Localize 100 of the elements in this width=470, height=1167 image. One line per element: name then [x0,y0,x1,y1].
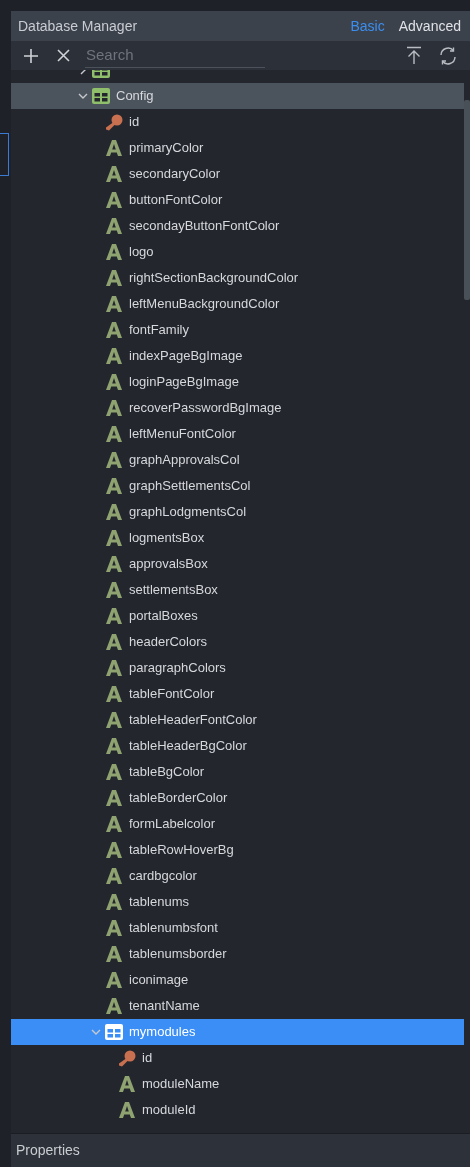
field-row[interactable]: moduleName [11,1071,464,1097]
field-name: secondayButtonFontColor [129,217,280,236]
field-row[interactable]: iconimage [11,967,464,993]
field-row[interactable]: moduleId [11,1097,464,1123]
chevron-down-icon[interactable] [78,91,88,101]
field-name: iconimage [129,971,189,990]
field-row[interactable]: buttonFontColor [11,187,464,213]
arrow-to-top-icon [406,46,422,65]
field-name: recoverPasswordBgImage [129,399,282,418]
field-row[interactable]: graphLodgmentsCol [11,499,464,525]
field-row[interactable]: indexPageBgImage [11,343,464,369]
letter-a-icon [119,1076,135,1092]
field-name: buttonFontColor [129,191,223,210]
properties-title: Properties [16,1141,80,1160]
field-row[interactable]: cardbgcolor [11,863,464,889]
letter-a-icon [106,348,122,364]
mode-tab[interactable]: Advanced [398,15,461,37]
letter-a-icon [106,296,122,312]
field-row[interactable]: tableHeaderFontColor [11,707,464,733]
field-row[interactable]: primaryColor [11,135,464,161]
field-name: settlementsBox [129,581,218,600]
field-row[interactable]: secondayButtonFontColor [11,213,464,239]
field-row[interactable]: headerColors [11,629,464,655]
field-row[interactable]: portalBoxes [11,603,464,629]
letter-a-icon [106,504,122,520]
field-name: approvalsBox [129,555,208,574]
letter-a-icon [106,582,122,598]
scroll-to-top-button[interactable] [405,45,423,66]
field-row[interactable]: rightSectionBackgroundColor [11,265,464,291]
key-icon [118,1049,136,1067]
field-row[interactable]: logo [11,239,464,265]
field-row[interactable]: fontFamily [11,317,464,343]
field-name: cardbgcolor [129,867,197,886]
field-name: leftMenuBackgroundColor [129,295,280,314]
table-grid-icon [92,88,110,104]
search-field[interactable]: Search [85,43,265,68]
letter-a-icon [106,686,122,702]
field-row[interactable]: tableBorderColor [11,785,464,811]
field-row[interactable]: recoverPasswordBgImage [11,395,464,421]
field-name: tenantName [129,997,200,1016]
table-name: Config [116,87,154,106]
letter-a-icon [106,322,122,338]
letter-a-icon [106,374,122,390]
letter-a-icon [106,998,122,1014]
letter-a-icon [106,400,122,416]
field-row[interactable]: graphSettlementsCol [11,473,464,499]
field-row[interactable]: tableRowHoverBg [11,837,464,863]
field-name: tableFontColor [129,685,215,704]
letter-a-icon [106,764,122,780]
field-row[interactable]: tableBgColor [11,759,464,785]
table-row[interactable]: Config [11,83,464,109]
letter-a-icon [106,192,122,208]
field-name: tableBgColor [129,763,205,782]
field-name: logo [129,243,154,262]
field-name: id [129,113,140,132]
field-row[interactable]: tablenumbsfont [11,915,464,941]
selection-outline [0,133,9,176]
letter-a-icon [106,712,122,728]
letter-a-icon [106,530,122,546]
key-icon [105,113,123,131]
field-row[interactable]: paragraphColors [11,655,464,681]
field-name: graphLodgmentsCol [129,503,247,522]
field-name: moduleId [142,1101,196,1120]
field-row[interactable]: logmentsBox [11,525,464,551]
field-row[interactable]: id [11,109,464,135]
letter-a-icon [106,244,122,260]
field-name: tablenumbsfont [129,919,218,938]
table-name: mymodules [129,1023,196,1042]
field-name: paragraphColors [129,659,226,678]
field-row[interactable]: tenantName [11,993,464,1019]
remove-button[interactable] [56,48,70,63]
letter-a-icon [119,1102,135,1118]
field-row[interactable]: settlementsBox [11,577,464,603]
field-name: logmentsBox [129,529,205,548]
field-row[interactable]: leftMenuBackgroundColor [11,291,464,317]
field-row[interactable]: tablenumsborder [11,941,464,967]
field-row[interactable]: approvalsBox [11,551,464,577]
field-name: fontFamily [129,321,189,340]
letter-a-icon [106,556,122,572]
field-row[interactable]: secondaryColor [11,161,464,187]
field-name: tableBorderColor [129,789,228,808]
field-row[interactable]: id [11,1045,464,1071]
scrollbar-thumb[interactable] [464,100,470,300]
letter-a-icon [106,894,122,910]
refresh-button[interactable] [438,45,458,66]
field-name: leftMenuFontColor [129,425,236,444]
field-row[interactable]: tableFontColor [11,681,464,707]
field-row[interactable]: graphApprovalsCol [11,447,464,473]
field-row[interactable]: leftMenuFontColor [11,421,464,447]
letter-a-icon [106,608,122,624]
field-row[interactable]: tableHeaderBgColor [11,733,464,759]
refresh-icon [438,45,458,66]
letter-a-icon [106,270,122,286]
letter-a-icon [106,920,122,936]
field-row[interactable]: loginPageBgImage [11,369,464,395]
field-row[interactable]: formLabelcolor [11,811,464,837]
search-input[interactable]: Search [86,45,236,65]
add-button[interactable] [23,47,39,64]
field-row[interactable]: tablenums [11,889,464,915]
field-name: secondaryColor [129,165,221,184]
